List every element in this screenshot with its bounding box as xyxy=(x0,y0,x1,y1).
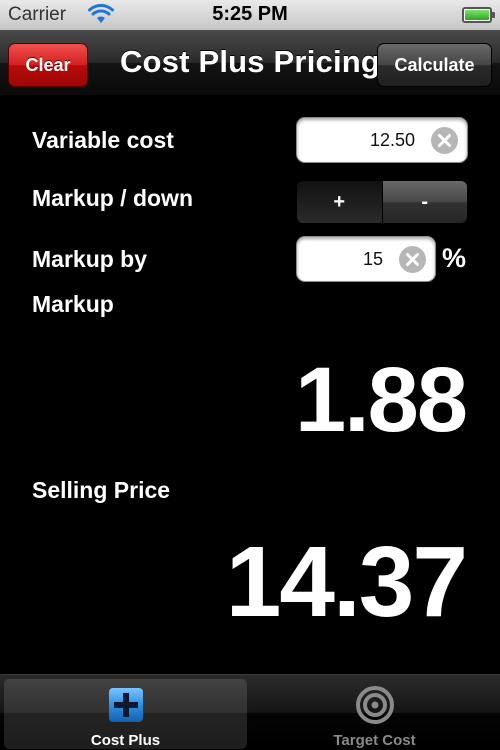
markup-by-input[interactable]: 15 xyxy=(296,236,436,282)
variable-cost-input[interactable]: 12.50 xyxy=(296,117,468,163)
plus-icon xyxy=(108,688,143,722)
markup-result-value: 1.88 xyxy=(294,349,468,451)
tab-bar: Cost Plus Target Cost xyxy=(0,674,500,750)
tab-cost-plus-label: Cost Plus xyxy=(90,732,161,749)
target-icon xyxy=(355,686,394,724)
markup-minus-option[interactable]: - xyxy=(381,181,467,223)
tab-target-cost[interactable]: Target Cost xyxy=(253,679,496,749)
navigation-bar: Clear Cost Plus Pricing Calculate xyxy=(0,30,500,96)
percent-symbol: % xyxy=(442,243,467,273)
markup-result-label: Markup xyxy=(32,291,114,317)
variable-cost-value: 12.50 xyxy=(369,130,415,150)
calculate-button[interactable]: Calculate xyxy=(377,43,492,87)
variable-cost-label: Variable cost xyxy=(32,127,174,153)
markup-plus-option[interactable]: + xyxy=(297,181,382,223)
markup-by-value: 15 xyxy=(362,249,383,269)
status-time: 5:25 PM xyxy=(212,3,288,25)
clear-variable-cost-icon[interactable] xyxy=(431,127,458,154)
status-bar: Carrier 5:25 PM xyxy=(0,0,500,30)
selling-price-value: 14.37 xyxy=(225,526,468,638)
clear-markup-by-icon[interactable] xyxy=(399,246,426,273)
markup-direction-segmented-control[interactable]: + - xyxy=(296,180,468,224)
tab-cost-plus[interactable]: Cost Plus xyxy=(4,679,247,749)
markup-by-label: Markup by xyxy=(32,246,148,272)
tab-target-cost-label: Target Cost xyxy=(333,732,416,749)
battery-icon xyxy=(462,7,495,23)
markup-direction-label: Markup / down xyxy=(32,185,193,211)
selling-price-label: Selling Price xyxy=(32,477,171,503)
